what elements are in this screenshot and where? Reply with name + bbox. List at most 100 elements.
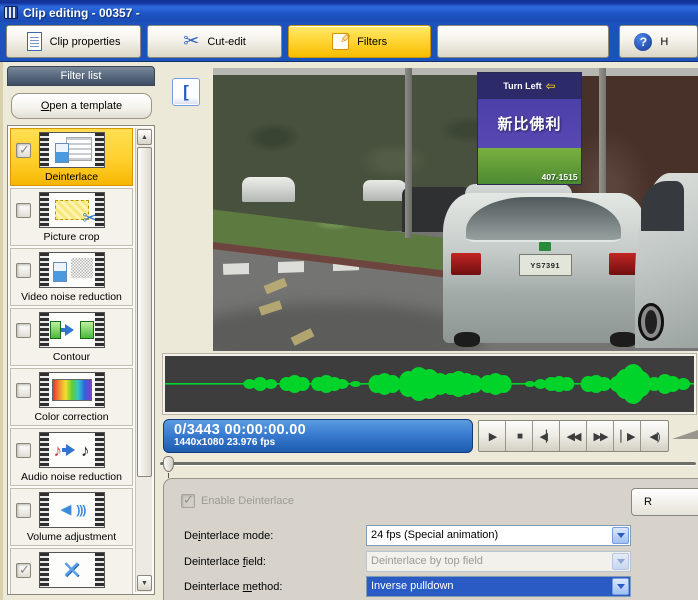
chevron-down-icon[interactable] [612,527,629,544]
filter-label: Picture crop [43,231,100,243]
seek-track[interactable] [160,462,696,466]
picture-crop-checkbox[interactable] [16,203,31,218]
scroll-down-button[interactable]: ▼ [137,575,152,591]
filter-label: Color correction [34,411,109,423]
bracket-icon: [ [183,82,189,101]
billboard: Turn Left ⇦ 新比佛利 407-1515 [477,72,582,186]
filter-item-resize[interactable] [10,548,133,594]
deinterlace-settings-panel: Enable Deinterlace R Deinterlace mode: 2… [163,478,698,600]
deinterlace-method-label: Deinterlace method: [184,580,283,593]
audio-noise-checkbox[interactable] [16,443,31,458]
volume-checkbox[interactable] [16,503,31,518]
filter-list-scrollbar[interactable]: ▲ ▼ [135,128,152,592]
open-template-button[interactable]: Open a template [11,93,152,119]
play-button[interactable]: ▶ [479,421,506,451]
filter-item-audio-noise-reduction[interactable]: ♪ ♪ Audio noise reduction [10,428,133,486]
seek-bar[interactable] [160,456,696,478]
deinterlace-mode-dropdown[interactable]: 24 fps (Special animation) [366,525,631,546]
audio-noise-icon: ♪ ♪ [53,440,90,460]
cut-edit-button[interactable]: ✂ Cut-edit [147,25,283,58]
volume-slider[interactable] [672,430,698,439]
filter-item-color-correction[interactable]: Color correction [10,368,133,426]
chevron-down-icon [612,553,629,570]
filter-sidebar: Filter list Open a template Deinterlace … [0,62,158,600]
frame-counter: 0/3443 00:00:00.00 [174,422,306,438]
deinterlace-field-dropdown: Deinterlace by top field [366,551,631,572]
filter-check-icon [332,33,350,50]
color-correction-checkbox[interactable] [16,383,31,398]
fast-forward-button[interactable]: ▶▶ [587,421,614,451]
audio-waveform [163,354,696,414]
film-app-icon [4,6,18,19]
picture-crop-icon [50,195,98,227]
filmstrip-frame [38,552,105,588]
step-forward-button[interactable]: ▏▶ [614,421,641,451]
filmstrip-frame: ♪ ♪ [38,432,105,468]
resize-checkbox[interactable] [16,562,31,578]
format-info: 1440x1080 23.976 fps [174,437,276,448]
car-window [641,181,684,231]
filter-list-header: Filter list [7,66,155,86]
deinterlace-icon [50,135,94,165]
scene-pole [404,68,413,238]
sedan-wheel [453,332,481,347]
filter-label: Deinterlace [44,171,99,183]
stop-button[interactable]: ■ [506,421,533,451]
video-noise-checkbox[interactable] [16,263,31,278]
question-mark-icon: ? [634,32,653,51]
filter-label: Audio noise reduction [21,471,122,483]
contour-checkbox[interactable] [16,323,31,338]
seek-thumb[interactable] [163,456,174,472]
license-plate: YS7391 [518,254,572,277]
filter-list: Deinterlace Picture crop Video noise red… [7,125,155,595]
cross-arrows-icon [50,555,94,585]
sedan-emblem [539,242,552,251]
filter-item-picture-crop[interactable]: Picture crop [10,188,133,246]
speaker-icon [50,495,94,525]
contour-icon [49,315,94,345]
audio-toggle-button[interactable]: ◀) [641,421,668,451]
step-back-button[interactable]: ◀▏ [533,421,560,451]
scissors-icon: ✂ [183,31,200,52]
deinterlace-method-dropdown[interactable]: Inverse pulldown [366,576,631,597]
filmstrip-frame [38,132,105,168]
filters-button[interactable]: Filters [288,25,432,58]
deinterlace-checkbox[interactable] [16,142,31,158]
scene-foreground-car [634,172,698,349]
chevron-down-icon[interactable] [612,578,629,595]
scrollbar-thumb[interactable] [137,147,152,477]
video-preview: Turn Left ⇦ 新比佛利 407-1515 YS7391 [213,68,698,351]
filter-item-deinterlace[interactable]: Deinterlace [10,128,133,186]
filter-label: Contour [52,351,91,363]
deinterlace-field-value: Deinterlace by top field [371,555,483,567]
billboard-turn-left-text: Turn Left [503,81,542,92]
filmstrip-frame [38,372,105,408]
scene-silver-sedan: YS7391 [443,192,648,347]
filmstrip-frame [38,312,105,348]
color-correction-icon [50,375,94,405]
filters-label: Filters [357,35,388,48]
document-icon [26,32,42,51]
help-button[interactable]: ? H [619,25,698,58]
toolbar-spacer-button[interactable] [437,25,610,58]
car-wheel [638,302,665,342]
clip-properties-button[interactable]: Clip properties [6,25,142,58]
filter-item-video-noise-reduction[interactable]: Video noise reduction [10,248,133,306]
help-label: H [660,35,669,48]
reset-label: R [644,496,652,508]
bracket-marker-button[interactable]: [ [172,78,200,106]
filmstrip-frame [38,252,105,288]
deinterlace-method-value: Inverse pulldown [371,580,454,592]
toolbar: Clip properties ✂ Cut-edit Filters ? H [0,22,698,62]
rewind-button[interactable]: ◀◀ [560,421,587,451]
sedan-wheel [610,332,637,347]
cut-edit-label: Cut-edit [207,35,246,48]
enable-deinterlace-label: Enable Deinterlace [201,495,294,507]
filter-item-contour[interactable]: Contour [10,308,133,366]
deinterlace-mode-label: Deinterlace mode: [184,529,274,542]
enable-deinterlace-checkbox[interactable] [181,492,195,508]
filmstrip-frame [38,192,105,228]
reset-button[interactable]: R [631,488,698,516]
filter-item-volume-adjustment[interactable]: Volume adjustment [10,488,133,546]
scroll-up-button[interactable]: ▲ [137,129,152,145]
